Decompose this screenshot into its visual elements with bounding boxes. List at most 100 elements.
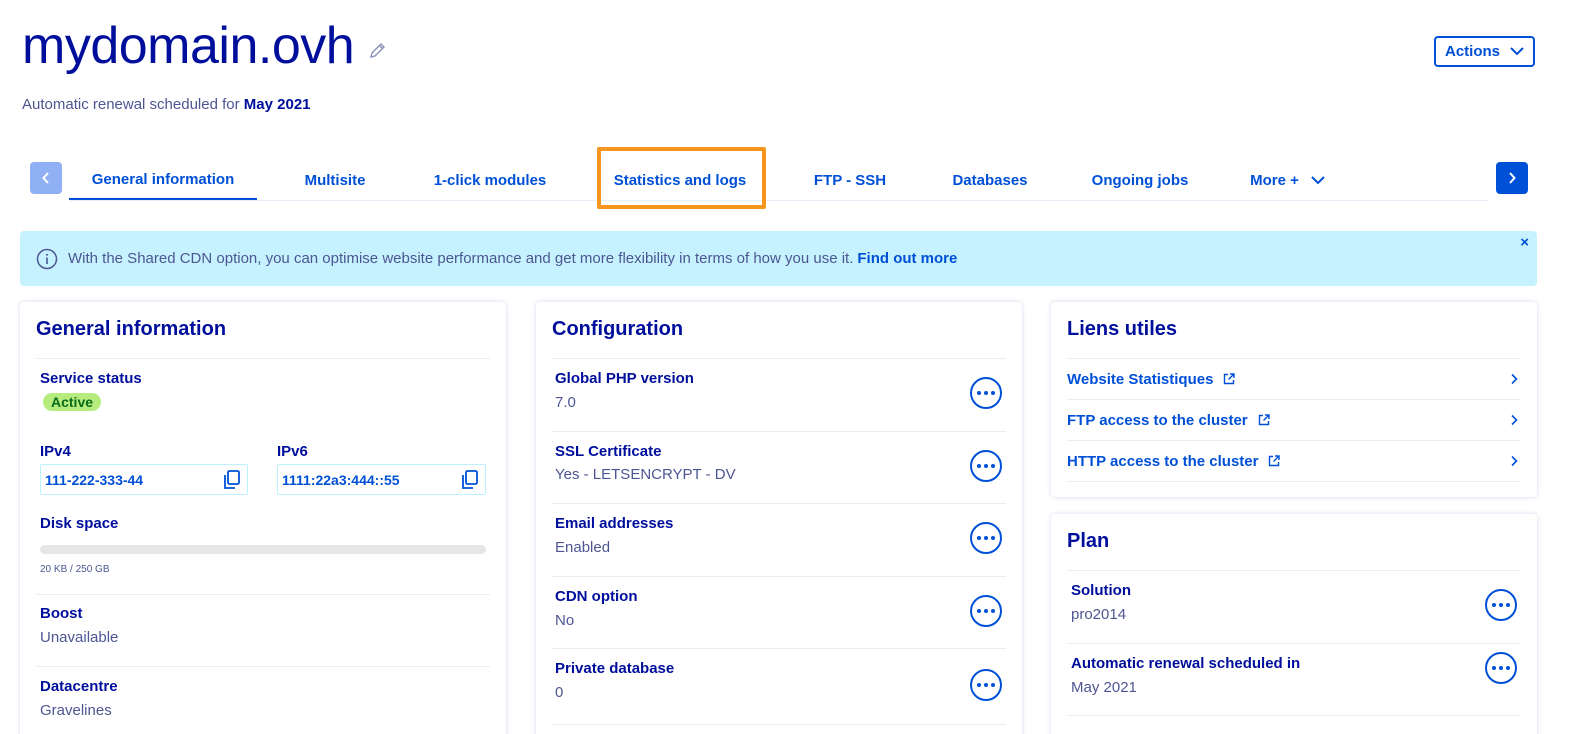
config-item-value: No	[555, 612, 575, 629]
link-ftp-access[interactable]: FTP access to the cluster	[1067, 400, 1523, 440]
tab-multisite[interactable]: Multisite	[285, 160, 385, 200]
card-title: General information	[36, 318, 227, 340]
tabs-underline	[70, 200, 1488, 201]
ssl-certificate-menu-button[interactable]	[970, 450, 1002, 482]
config-item-value: 0	[555, 684, 564, 701]
divider	[1067, 481, 1521, 482]
divider	[552, 358, 1006, 359]
info-icon	[36, 248, 58, 269]
config-item-label: SSL Certificate	[555, 443, 662, 460]
boost-value: Unavailable	[40, 629, 119, 646]
link-http-access[interactable]: HTTP access to the cluster	[1067, 441, 1523, 481]
ipv4-value: 111-222-333-44	[45, 471, 144, 488]
link-label: Website Statistiques	[1067, 370, 1214, 388]
cdn-info-banner: With the Shared CDN option, you can opti…	[20, 231, 1537, 286]
ipv6-field[interactable]: 1111:22a3:444::55	[277, 464, 486, 495]
card-title: Configuration	[552, 318, 684, 340]
page-title: mydomain.ovh	[22, 17, 355, 75]
disk-space-label: Disk space	[40, 515, 119, 532]
config-item-value: 7.0	[555, 394, 576, 411]
datacentre-value: Gravelines	[40, 702, 112, 719]
tab-ftp-ssh[interactable]: FTP - SSH	[800, 160, 900, 200]
tab-more-label: More +	[1250, 171, 1299, 189]
chevron-down-icon	[1311, 175, 1325, 184]
divider	[552, 648, 1006, 649]
tab-ongoing-jobs[interactable]: Ongoing jobs	[1080, 160, 1200, 200]
config-item-label: Private database	[555, 660, 675, 677]
renewal-menu-button[interactable]	[1485, 652, 1517, 684]
divider	[36, 666, 490, 667]
title-row: mydomain.ovh	[22, 14, 388, 78]
chevron-right-icon	[1511, 455, 1518, 467]
actions-label: Actions	[1444, 43, 1500, 60]
find-out-more-link[interactable]: Find out more	[857, 250, 957, 267]
tabs-scroll-left-button[interactable]	[30, 162, 62, 194]
tab-statistics-and-logs[interactable]: Statistics and logs	[605, 160, 755, 200]
useful-links-card: Liens utiles Website Statistiques FTP ac…	[1051, 302, 1537, 497]
disk-usage-bar	[40, 545, 486, 554]
tab-1-click-modules[interactable]: 1-click modules	[420, 160, 560, 200]
banner-close-button[interactable]: ×	[1520, 235, 1529, 251]
divider	[552, 503, 1006, 504]
banner-text: With the Shared CDN option, you can opti…	[68, 250, 854, 267]
configuration-card: Configuration Global PHP version 7.0 SSL…	[536, 302, 1022, 734]
chevron-right-icon	[1511, 414, 1518, 426]
renewal-date: May 2021	[243, 96, 311, 113]
chevron-down-icon	[1510, 47, 1524, 56]
plan-renewal-label: Automatic renewal scheduled in	[1071, 655, 1301, 672]
config-item-label: Email addresses	[555, 515, 674, 532]
plan-card: Plan Solution pro2014 Automatic renewal …	[1051, 514, 1537, 734]
chevron-right-icon	[1511, 373, 1518, 385]
external-link-icon	[1269, 455, 1281, 467]
config-item-value: Yes - LETSENCRYPT - DV	[555, 466, 736, 483]
external-link-icon	[1224, 373, 1236, 385]
copy-icon[interactable]	[461, 470, 479, 490]
card-title: Plan	[1067, 530, 1110, 552]
link-label: HTTP access to the cluster	[1067, 452, 1259, 470]
link-label: FTP access to the cluster	[1067, 411, 1248, 429]
divider	[1067, 643, 1521, 644]
divider	[36, 594, 490, 595]
datacentre-label: Datacentre	[40, 678, 118, 695]
card-title: Liens utiles	[1067, 318, 1178, 340]
solution-value: pro2014	[1071, 606, 1127, 623]
chevron-left-icon	[42, 172, 49, 184]
tab-more[interactable]: More +	[1240, 160, 1335, 200]
solution-menu-button[interactable]	[1485, 589, 1517, 621]
actions-button[interactable]: Actions	[1434, 36, 1535, 67]
chevron-right-icon	[1509, 172, 1516, 184]
divider	[36, 358, 490, 359]
tab-databases[interactable]: Databases	[935, 160, 1045, 200]
config-item-value: Enabled	[555, 539, 611, 556]
service-status-label: Service status	[40, 370, 142, 387]
plan-renewal-value: May 2021	[1071, 679, 1137, 696]
renewal-info: Automatic renewal scheduled for May 2021	[22, 96, 311, 113]
config-item-label: Global PHP version	[555, 370, 694, 387]
link-website-statistics[interactable]: Website Statistiques	[1067, 359, 1523, 399]
tabs-bar: General information Multisite 1-click mo…	[30, 160, 1528, 202]
php-version-menu-button[interactable]	[970, 377, 1002, 409]
cdn-option-menu-button[interactable]	[970, 595, 1002, 627]
ipv4-label: IPv4	[40, 443, 71, 460]
renewal-prefix: Automatic renewal scheduled for	[22, 96, 244, 113]
general-information-card: General information Service status Activ…	[20, 302, 506, 734]
divider	[552, 724, 1006, 725]
divider	[1067, 570, 1521, 571]
tabs-scroll-right-button[interactable]	[1496, 162, 1528, 194]
ipv6-value: 1111:22a3:444::55	[282, 471, 400, 488]
status-badge: Active	[43, 393, 102, 411]
email-addresses-menu-button[interactable]	[970, 522, 1002, 554]
private-database-menu-button[interactable]	[970, 669, 1002, 701]
pencil-icon[interactable]	[368, 40, 388, 60]
external-link-icon	[1258, 414, 1270, 426]
solution-label: Solution	[1071, 582, 1131, 599]
tab-general-information[interactable]: General information	[69, 160, 257, 200]
config-item-label: CDN option	[555, 588, 638, 605]
divider	[1067, 715, 1521, 716]
ipv6-label: IPv6	[277, 443, 308, 460]
copy-icon[interactable]	[223, 470, 241, 490]
divider	[552, 431, 1006, 432]
disk-usage-text: 20 KB / 250 GB	[40, 564, 110, 575]
ipv4-field[interactable]: 111-222-333-44	[40, 464, 248, 495]
divider	[552, 576, 1006, 577]
